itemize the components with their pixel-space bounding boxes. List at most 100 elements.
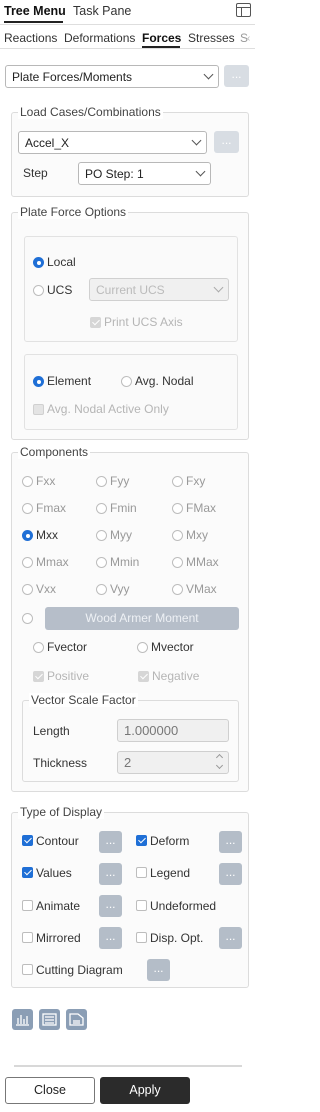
values-label: Values (36, 866, 72, 880)
thickness-value: 2 (124, 755, 132, 770)
ucs-label: UCS (47, 283, 73, 297)
element-radio[interactable] (33, 376, 44, 387)
values-more-button[interactable]: ... (99, 863, 122, 885)
spin-down-icon[interactable] (215, 761, 224, 770)
mirrored-label: Mirrored (36, 931, 81, 945)
component-myy-radio[interactable] (96, 530, 107, 541)
component-fmax-upper-label: FMax (186, 501, 216, 515)
component-fmin-label: Fmin (110, 501, 137, 515)
step-label: Step (23, 166, 48, 180)
component-fyy-radio[interactable] (96, 476, 107, 487)
mirrored-more-button[interactable]: ... (99, 927, 122, 949)
load-cases-title: Load Cases/Combinations (18, 105, 163, 119)
footer-scrollbar[interactable] (14, 1065, 242, 1067)
contour-more-button[interactable]: ... (99, 831, 122, 853)
cutting-diagram-label: Cutting Diagram (36, 963, 123, 977)
file-list-icon[interactable] (39, 1009, 60, 1030)
component-mxy-radio[interactable] (172, 530, 183, 541)
print-ucs-axis-checkbox[interactable] (90, 317, 101, 328)
undeformed-checkbox[interactable] (136, 900, 147, 911)
positive-checkbox[interactable] (33, 671, 44, 682)
load-case-more-button[interactable]: ... (214, 131, 239, 153)
legend-more-button[interactable]: ... (219, 863, 242, 885)
component-mmax-label: Mmax (36, 555, 69, 569)
component-fmax-label: Fmax (36, 501, 66, 515)
component-vxx-radio[interactable] (22, 584, 33, 595)
deform-checkbox[interactable] (136, 835, 147, 846)
result-type-more-button[interactable]: ... (224, 65, 249, 87)
component-vxx-label: Vxx (36, 582, 57, 596)
component-mxx-radio[interactable] (22, 530, 33, 541)
load-case-select[interactable]: Accel_X (18, 131, 207, 154)
animate-more-button[interactable]: ... (99, 895, 122, 917)
cutting-diagram-checkbox[interactable] (22, 964, 33, 975)
disp-opt-more-button[interactable]: ... (219, 927, 242, 949)
component-fxy-radio[interactable] (172, 476, 183, 487)
negative-checkbox[interactable] (138, 671, 149, 682)
tab-tree-menu-underline (4, 21, 63, 23)
close-button[interactable]: Close (5, 1077, 95, 1104)
print-ucs-axis-label: Print UCS Axis (104, 315, 183, 329)
component-vyy-radio[interactable] (96, 584, 107, 595)
step-select[interactable]: PO Step: 1 (78, 162, 211, 185)
tab-task-pane[interactable]: Task Pane (73, 4, 131, 18)
tab-tree-menu[interactable]: Tree Menu (4, 4, 66, 18)
local-radio[interactable] (33, 257, 44, 268)
apply-button[interactable]: Apply (100, 1077, 190, 1104)
mirrored-checkbox[interactable] (22, 932, 33, 943)
wood-armer-button[interactable]: Wood Armer Moment (45, 607, 239, 630)
subtab-deformations[interactable]: Deformations (64, 31, 135, 45)
component-fxx-label: Fxx (36, 474, 56, 488)
subtab-reactions[interactable]: Reactions (4, 31, 57, 45)
components-title: Components (18, 445, 91, 459)
mvector-radio[interactable] (137, 642, 148, 653)
component-fyy-label: Fyy (110, 474, 130, 488)
element-label: Element (47, 374, 92, 388)
result-type-select[interactable]: Plate Forces/Moments (5, 65, 219, 88)
deform-more-button[interactable]: ... (219, 831, 242, 853)
component-fmax-radio[interactable] (22, 503, 33, 514)
fvector-label: Fvector (47, 640, 88, 654)
component-fmin-radio[interactable] (96, 503, 107, 514)
spin-up-icon[interactable] (215, 753, 224, 762)
component-fmax-upper-radio[interactable] (172, 503, 183, 514)
component-fxx-radio[interactable] (22, 476, 33, 487)
disp-opt-checkbox[interactable] (136, 932, 147, 943)
deform-label: Deform (150, 834, 190, 848)
contour-checkbox[interactable] (22, 835, 33, 846)
component-mmin-radio[interactable] (96, 557, 107, 568)
component-myy-label: Myy (110, 528, 132, 542)
avg-nodal-active-label: Avg. Nodal Active Only (47, 402, 169, 416)
values-checkbox[interactable] (22, 867, 33, 878)
avg-nodal-radio[interactable] (121, 376, 132, 387)
component-vmax-radio[interactable] (172, 584, 183, 595)
ucs-select[interactable]: Current UCS (89, 278, 229, 301)
component-fxy-label: Fxy (186, 474, 206, 488)
positive-label: Positive (47, 669, 90, 683)
component-vyy-label: Vyy (110, 582, 130, 596)
averaging-panel (24, 354, 238, 430)
ucs-radio[interactable] (33, 285, 44, 296)
panel-toggle-icon[interactable] (236, 3, 251, 17)
subtab-forces[interactable]: Forces (142, 31, 181, 45)
avg-nodal-label: Avg. Nodal (135, 374, 194, 388)
component-mmax-radio[interactable] (22, 557, 33, 568)
component-mmax-upper-radio[interactable] (172, 557, 183, 568)
type-of-display-title: Type of Display (18, 805, 105, 819)
avg-nodal-active-checkbox[interactable] (33, 404, 44, 415)
length-input[interactable]: 1.000000 (117, 719, 229, 742)
thickness-spinner[interactable]: 2 (117, 751, 229, 774)
vector-scale-factor-title: Vector Scale Factor (29, 693, 138, 707)
fvector-radio[interactable] (33, 642, 44, 653)
cutting-diagram-more-button[interactable]: ... (147, 959, 170, 981)
chart-icon[interactable] (12, 1009, 33, 1030)
subtab-stresses[interactable]: Stresses (188, 31, 235, 45)
animate-checkbox[interactable] (22, 900, 33, 911)
subtab-divider (0, 48, 255, 49)
wood-armer-radio[interactable] (22, 613, 33, 624)
legend-checkbox[interactable] (136, 867, 147, 878)
length-label: Length (33, 724, 70, 738)
tab-scroll-arrow-icon[interactable]: ‹ (247, 33, 250, 44)
negative-label: Negative (152, 669, 200, 683)
save-file-icon[interactable] (66, 1009, 87, 1030)
